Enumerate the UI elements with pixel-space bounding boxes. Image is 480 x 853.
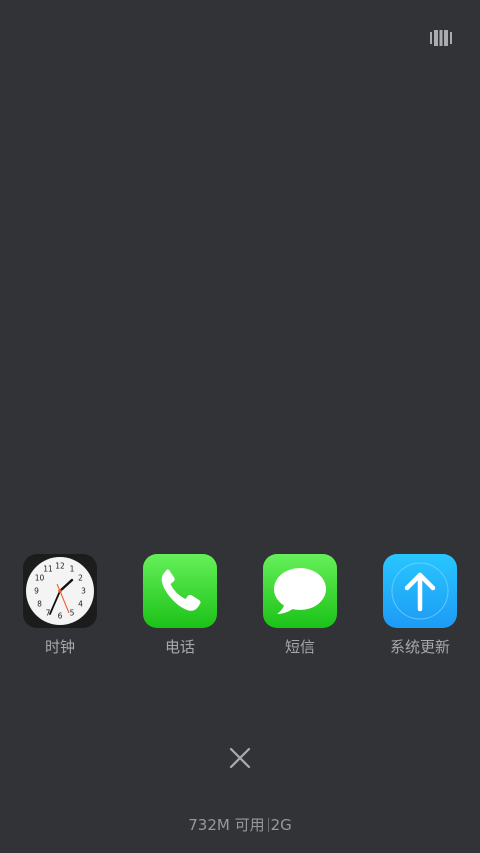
svg-text:9: 9 [34, 587, 39, 596]
app-label-phone: 电话 [164, 638, 195, 656]
memory-available: 732M 可用 [188, 816, 265, 834]
app-phone[interactable]: 电话 [125, 554, 235, 656]
phone-icon [143, 554, 217, 628]
svg-text:11: 11 [43, 565, 53, 574]
memory-status: 732M 可用 2G [0, 816, 480, 834]
arrow-up-icon [383, 554, 457, 628]
app-label-system-update: 系统更新 [389, 638, 450, 656]
app-clock[interactable]: 12 1 2 3 4 5 6 7 8 9 10 11 时钟 [5, 554, 115, 656]
recent-apps-row: 12 1 2 3 4 5 6 7 8 9 10 11 时钟 电话 短信 系统更新 [0, 554, 480, 664]
svg-text:1: 1 [70, 565, 75, 574]
close-icon[interactable] [228, 746, 252, 770]
svg-text:10: 10 [35, 574, 45, 583]
svg-text:3: 3 [81, 587, 86, 596]
svg-text:5: 5 [70, 609, 75, 618]
app-system-update[interactable]: 系统更新 [365, 554, 475, 656]
app-label-clock: 时钟 [44, 638, 75, 656]
card-view-icon[interactable] [430, 30, 452, 46]
svg-text:4: 4 [78, 600, 83, 609]
svg-text:6: 6 [58, 612, 63, 621]
app-messages[interactable]: 短信 [245, 554, 355, 656]
svg-text:8: 8 [37, 600, 42, 609]
clock-icon: 12 1 2 3 4 5 6 7 8 9 10 11 [23, 554, 97, 628]
svg-text:12: 12 [55, 562, 65, 571]
message-bubble-icon [263, 554, 337, 628]
app-label-messages: 短信 [284, 638, 315, 656]
memory-divider [267, 818, 269, 832]
svg-text:2: 2 [78, 574, 83, 583]
memory-total: 2G [270, 816, 292, 834]
